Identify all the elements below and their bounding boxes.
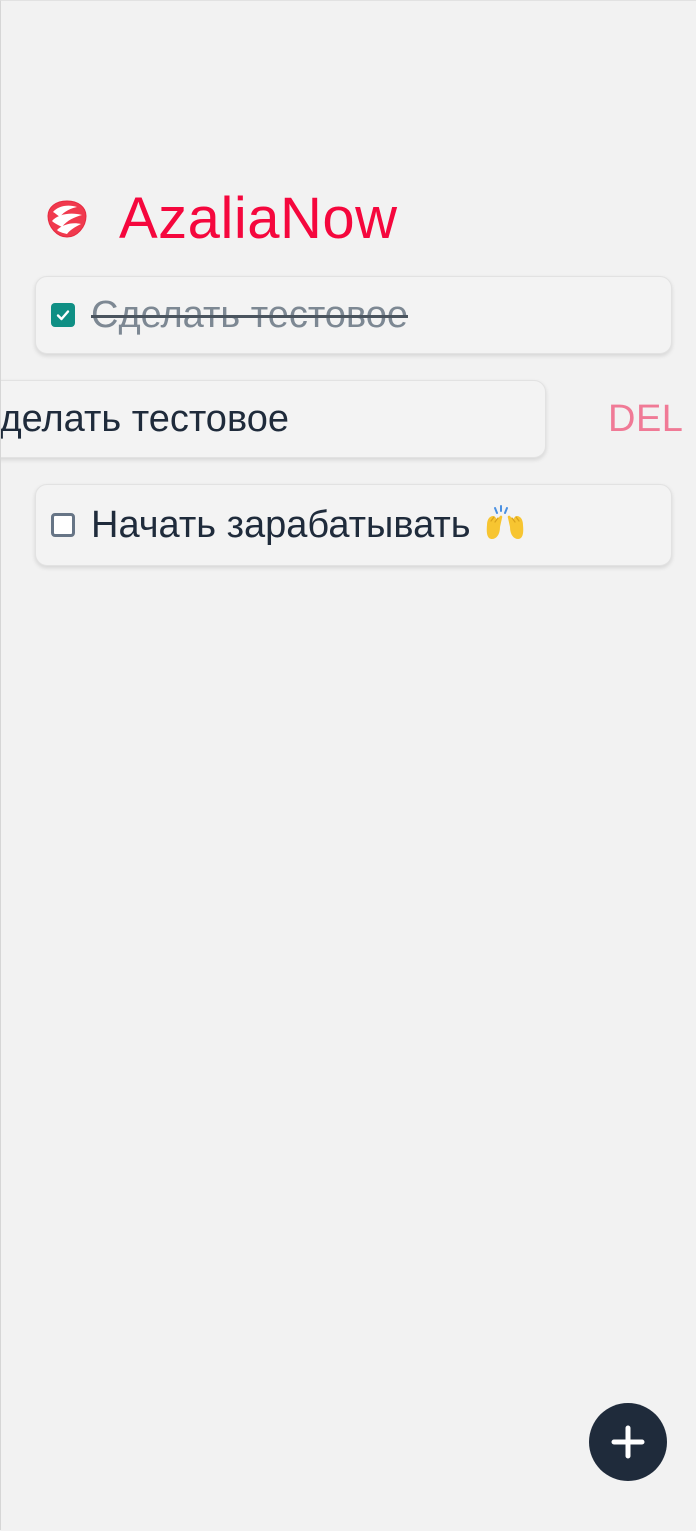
task-checkbox-checked[interactable] <box>51 303 75 327</box>
task-text: Начать зарабатывать <box>91 504 471 546</box>
app-root: AzaliaNow Сделать тестовое Сделать тесто… <box>1 1 696 1531</box>
task-checkbox-unchecked[interactable] <box>51 513 75 537</box>
app-title: AzaliaNow <box>119 186 398 251</box>
delete-button[interactable]: DEL <box>608 397 683 441</box>
task-item[interactable]: Сделать тестовое <box>35 276 672 354</box>
app-header: AzaliaNow <box>43 187 398 251</box>
check-icon <box>56 310 70 321</box>
task-text: Сделать тестовое <box>91 294 408 336</box>
task-text: Сделать тестовое <box>1 398 289 440</box>
plus-icon <box>611 1425 645 1459</box>
task-item[interactable]: Начать зарабатывать <box>35 484 672 566</box>
task-item-swiped[interactable]: Сделать тестовое <box>1 380 546 458</box>
rose-icon <box>43 195 91 243</box>
raising-hands-icon <box>481 503 529 548</box>
add-task-button[interactable] <box>589 1403 667 1481</box>
